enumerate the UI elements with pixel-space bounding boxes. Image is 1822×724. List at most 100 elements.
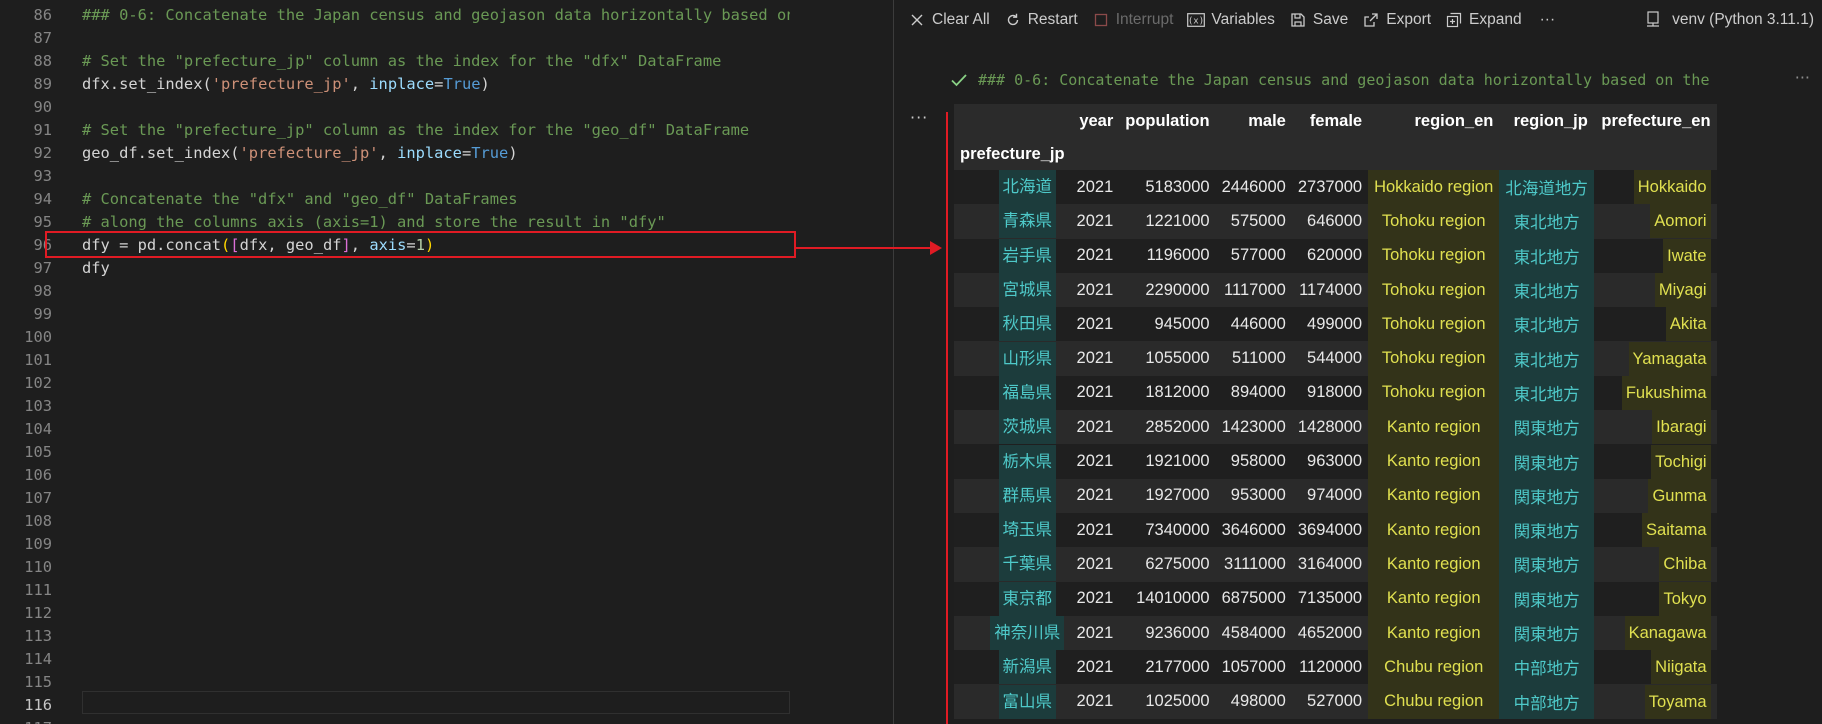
prefecture-en-label: Saitama xyxy=(1642,513,1711,548)
expand-button[interactable]: Expand xyxy=(1445,6,1522,34)
row-index: 岩手県 xyxy=(954,238,1071,273)
column-header-male: male xyxy=(1215,104,1292,138)
cell-male: 498000 xyxy=(1215,684,1292,719)
cell-population: 1221000 xyxy=(1119,204,1216,239)
cell-female: 1120000 xyxy=(1291,650,1369,685)
cell-region_jp: 東北地方 xyxy=(1499,341,1594,376)
cell-male: 1057000 xyxy=(1215,650,1292,685)
cell-prefecture_en: Niigata xyxy=(1593,650,1717,685)
column-header-prefecture_en: prefecture_en xyxy=(1593,104,1717,138)
code-line-89[interactable]: dfx.set_index('prefecture_jp', inplace=T… xyxy=(82,73,490,96)
row-index-label: 千葉県 xyxy=(998,547,1057,582)
prefecture-en-label: Iwate xyxy=(1663,238,1711,273)
code-line-86[interactable]: ### 0-6: Concatenate the Japan census an… xyxy=(82,4,790,27)
column-header-year: year xyxy=(1070,104,1120,138)
cell-population: 14010000 xyxy=(1119,581,1216,616)
cell-population: 2177000 xyxy=(1119,650,1216,685)
line-number: 99 xyxy=(33,305,52,323)
interrupt-button[interactable]: Interrupt xyxy=(1092,6,1173,34)
annotation-arrow xyxy=(796,247,936,249)
code-token: dfx.set_index( xyxy=(82,75,212,93)
cell-region_en: Kanto region xyxy=(1368,615,1500,651)
index-header-spacer xyxy=(954,104,1071,138)
code-token: True xyxy=(471,144,509,162)
table-row: 千葉県 2021 6275000 3111000 3164000 Kanto region… xyxy=(954,547,1717,582)
line-number: 90 xyxy=(33,98,52,116)
cell-year: 2021 xyxy=(1070,170,1120,205)
column-header-population: population xyxy=(1119,104,1216,138)
cell-region_en: Chubu region xyxy=(1368,684,1500,719)
code-line-97[interactable]: dfy xyxy=(82,257,110,280)
svg-text:(x): (x) xyxy=(1188,17,1204,27)
cell-population: 1025000 xyxy=(1119,684,1216,719)
row-index-label: 青森県 xyxy=(998,204,1057,239)
row-index-label: 群馬県 xyxy=(998,478,1057,513)
line-number: 111 xyxy=(24,581,52,599)
cell-region_en: Tohoku region xyxy=(1368,307,1500,342)
code-line-92[interactable]: geo_df.set_index('prefecture_jp', inplac… xyxy=(82,142,518,165)
cell-header[interactable]: ### 0-6: Concatenate the Japan census an… xyxy=(950,66,1810,94)
table-row: 栃木県 2021 1921000 958000 963000 Kanto region 関東… xyxy=(954,444,1717,479)
stop-icon xyxy=(1092,11,1110,29)
row-index: 富山県 xyxy=(954,684,1071,719)
line-number: 115 xyxy=(24,673,52,691)
cell-region_jp: 関東地方 xyxy=(1499,512,1594,548)
export-button[interactable]: Export xyxy=(1362,6,1431,34)
cell-region_en: Tohoku region xyxy=(1368,204,1500,239)
cell-region_jp: 関東地方 xyxy=(1499,444,1594,479)
code-line-94[interactable]: # Concatenate the "dfx" and "geo_df" Dat… xyxy=(82,188,518,211)
code-editor[interactable]: 86 87 88 89 90 91 92 93 94 95 96 97 98 99 100 101 102 103… xyxy=(0,0,790,724)
toolbar-more-button[interactable]: ··· xyxy=(1540,6,1556,34)
cell-year: 2021 xyxy=(1070,615,1120,651)
row-index: 神奈川県 xyxy=(954,615,1071,651)
restart-button[interactable]: Restart xyxy=(1004,6,1078,34)
prefecture-en-label: Tokyo xyxy=(1659,581,1711,616)
cell-male: 894000 xyxy=(1215,375,1292,411)
row-index-label: 新潟県 xyxy=(998,650,1057,685)
save-label: Save xyxy=(1312,11,1349,28)
cell-region_jp: 北海道地方 xyxy=(1499,170,1594,205)
code-line-91[interactable]: # Set the "prefecture_jp" column as the … xyxy=(82,119,749,142)
row-index: 栃木県 xyxy=(954,444,1071,479)
cell-region_jp: 関東地方 xyxy=(1499,581,1594,616)
cell-male: 958000 xyxy=(1215,444,1292,479)
cell-year: 2021 xyxy=(1070,684,1120,719)
row-index: 北海道 xyxy=(954,170,1071,205)
cell-male: 3111000 xyxy=(1215,547,1292,582)
table-row: 福島県 2021 1812000 894000 918000 Tohoku region 東… xyxy=(954,375,1717,411)
table-row: 北海道 2021 5183000 2446000 2737000 Hokkaido reg… xyxy=(954,170,1717,205)
cell-region_jp: 東北地方 xyxy=(1499,272,1594,308)
line-number: 101 xyxy=(24,351,52,369)
line-number: 89 xyxy=(33,75,52,93)
cell-female: 646000 xyxy=(1291,204,1369,239)
cell-prefecture_en: Kanagawa xyxy=(1593,615,1717,651)
cell-population: 9236000 xyxy=(1119,615,1216,651)
output-more-button[interactable]: ··· xyxy=(910,108,928,127)
line-number: 91 xyxy=(33,121,52,139)
annotation-highlight-box xyxy=(45,231,796,258)
prefecture-en-label: Tochigi xyxy=(1651,444,1711,479)
dataframe-table: year population male female region_en region_… xyxy=(954,104,1717,719)
prefecture-en-label: Kanagawa xyxy=(1624,616,1711,650)
code-area[interactable]: ### 0-6: Concatenate the Japan census an… xyxy=(82,0,790,724)
save-button[interactable]: Save xyxy=(1289,6,1348,34)
kernel-picker[interactable]: venv (Python 3.11.1) xyxy=(1646,6,1814,34)
line-number: 100 xyxy=(24,328,52,346)
line-number: 109 xyxy=(24,535,52,553)
line-number: 86 xyxy=(33,6,52,24)
variables-button[interactable]: (x) Variables xyxy=(1187,6,1275,34)
table-row: 埼玉県 2021 7340000 3646000 3694000 Kanto region… xyxy=(954,512,1717,548)
table-row: 東京都 2021 14010000 6875000 7135000 Kanto regio… xyxy=(954,581,1717,616)
cell-year: 2021 xyxy=(1070,375,1120,411)
code-line-88[interactable]: # Set the "prefecture_jp" column as the … xyxy=(82,50,721,73)
clear-all-button[interactable]: Clear All xyxy=(908,6,990,34)
code-token: , xyxy=(350,75,370,93)
cell-more-button[interactable]: ··· xyxy=(1795,68,1810,87)
line-number: 93 xyxy=(33,167,52,185)
index-row-blank xyxy=(1119,138,1216,170)
code-token: 'prefecture_jp' xyxy=(211,75,351,93)
cell-population: 2852000 xyxy=(1119,410,1216,445)
row-index-label: 福島県 xyxy=(998,375,1057,410)
cell-region_jp: 東北地方 xyxy=(1499,238,1594,273)
cell-female: 4652000 xyxy=(1291,615,1369,651)
